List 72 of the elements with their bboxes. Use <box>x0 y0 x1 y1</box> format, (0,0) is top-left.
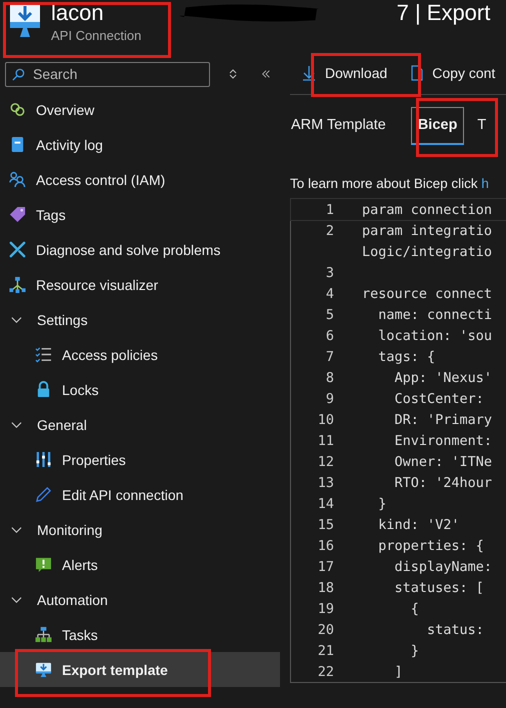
tab[interactable]: T <box>470 107 494 145</box>
line-number: 4 <box>324 286 334 302</box>
sidebar-item[interactable]: Access control (IAM) <box>0 162 280 197</box>
download-button[interactable]: Download <box>300 61 394 85</box>
line-number: 22 <box>316 664 334 680</box>
line-number: 12 <box>316 454 334 470</box>
info-text: To learn more about Bicep click h <box>290 175 490 193</box>
code-line: location: 'sou <box>377 328 492 344</box>
line-number: 1 <box>324 202 334 218</box>
line-number: 13 <box>316 474 334 490</box>
code-line: Owner: 'ITNe <box>394 454 492 470</box>
code-line: DR: 'Primary <box>394 412 492 428</box>
sidebar-group[interactable]: Automation <box>0 582 280 617</box>
code-line: properties: { <box>377 538 484 554</box>
sidebar-item[interactable]: Properties <box>0 442 280 477</box>
sidebar-item[interactable]: Export template <box>0 652 280 687</box>
line-number: 3 <box>324 264 334 280</box>
sidebar-item[interactable]: Access policies <box>0 337 280 372</box>
code-line: { <box>410 600 419 616</box>
learn-more-link[interactable]: h <box>481 176 489 191</box>
line-number: 18 <box>316 580 334 596</box>
line-number: 7 <box>324 348 334 364</box>
code-line: RTO: '24hour <box>394 474 492 490</box>
code-line: } <box>410 642 419 658</box>
code-line: tags: { <box>377 348 436 364</box>
line-number: 8 <box>324 370 334 386</box>
code-line: kind: 'V2' <box>377 516 460 532</box>
line-number: 6 <box>324 328 334 344</box>
code-line: param integratio <box>362 222 492 238</box>
sidebar-item[interactable]: Resource visualizer <box>0 267 280 302</box>
tab[interactable]: Bicep <box>410 107 464 145</box>
line-number: 15 <box>316 516 334 532</box>
line-number: 17 <box>316 558 334 574</box>
sidebar-item[interactable]: Locks <box>0 372 280 407</box>
tab[interactable]: ARM Template <box>290 107 405 145</box>
resource-type: API Connection <box>51 28 142 43</box>
line-number: 9 <box>324 390 334 406</box>
sidebar-group[interactable]: General <box>0 407 280 442</box>
code-line: statuses: [ <box>394 580 484 596</box>
line-number: 19 <box>316 600 334 616</box>
code-line: name: connecti <box>377 306 492 322</box>
sidebar-item[interactable]: Tasks <box>0 617 280 652</box>
sidebar-item[interactable]: Diagnose and solve problems <box>0 232 280 267</box>
line-number: 10 <box>316 412 334 428</box>
page-title: 7 | Export <box>396 0 490 26</box>
sidebar-item[interactable]: Tags <box>0 197 280 232</box>
code-line: ] <box>394 664 403 680</box>
search-field[interactable]: Search <box>5 62 210 86</box>
code-line: status: <box>426 622 484 638</box>
sidebar-group[interactable]: Settings <box>0 302 280 337</box>
code-line: Logic/integratio <box>362 244 492 260</box>
line-number: 14 <box>316 496 334 512</box>
line-number: 11 <box>316 432 334 448</box>
line-number: 2 <box>324 222 334 238</box>
resource-title: lacon <box>51 0 104 26</box>
line-number: 21 <box>316 642 334 658</box>
sidebar-item[interactable]: Edit API connection <box>0 477 280 512</box>
sidebar-item[interactable]: Overview <box>0 92 280 127</box>
line-number: 16 <box>316 538 334 554</box>
code-line: } <box>377 496 386 512</box>
code-line: App: 'Nexus' <box>394 370 492 386</box>
sidebar-group[interactable]: Monitoring <box>0 512 280 547</box>
line-number: 20 <box>316 622 334 638</box>
sidebar-item[interactable]: Alerts <box>0 547 280 582</box>
code-line: param connection <box>362 202 492 218</box>
code-line: Environment: <box>394 432 492 448</box>
copy-button[interactable]: Copy cont <box>407 61 502 85</box>
code-line: displayName: <box>394 558 492 574</box>
code-line: resource connect <box>362 286 492 302</box>
sidebar-item[interactable]: Activity log <box>0 127 280 162</box>
code-line: CostCenter: <box>394 390 484 406</box>
line-number: 5 <box>324 306 334 322</box>
